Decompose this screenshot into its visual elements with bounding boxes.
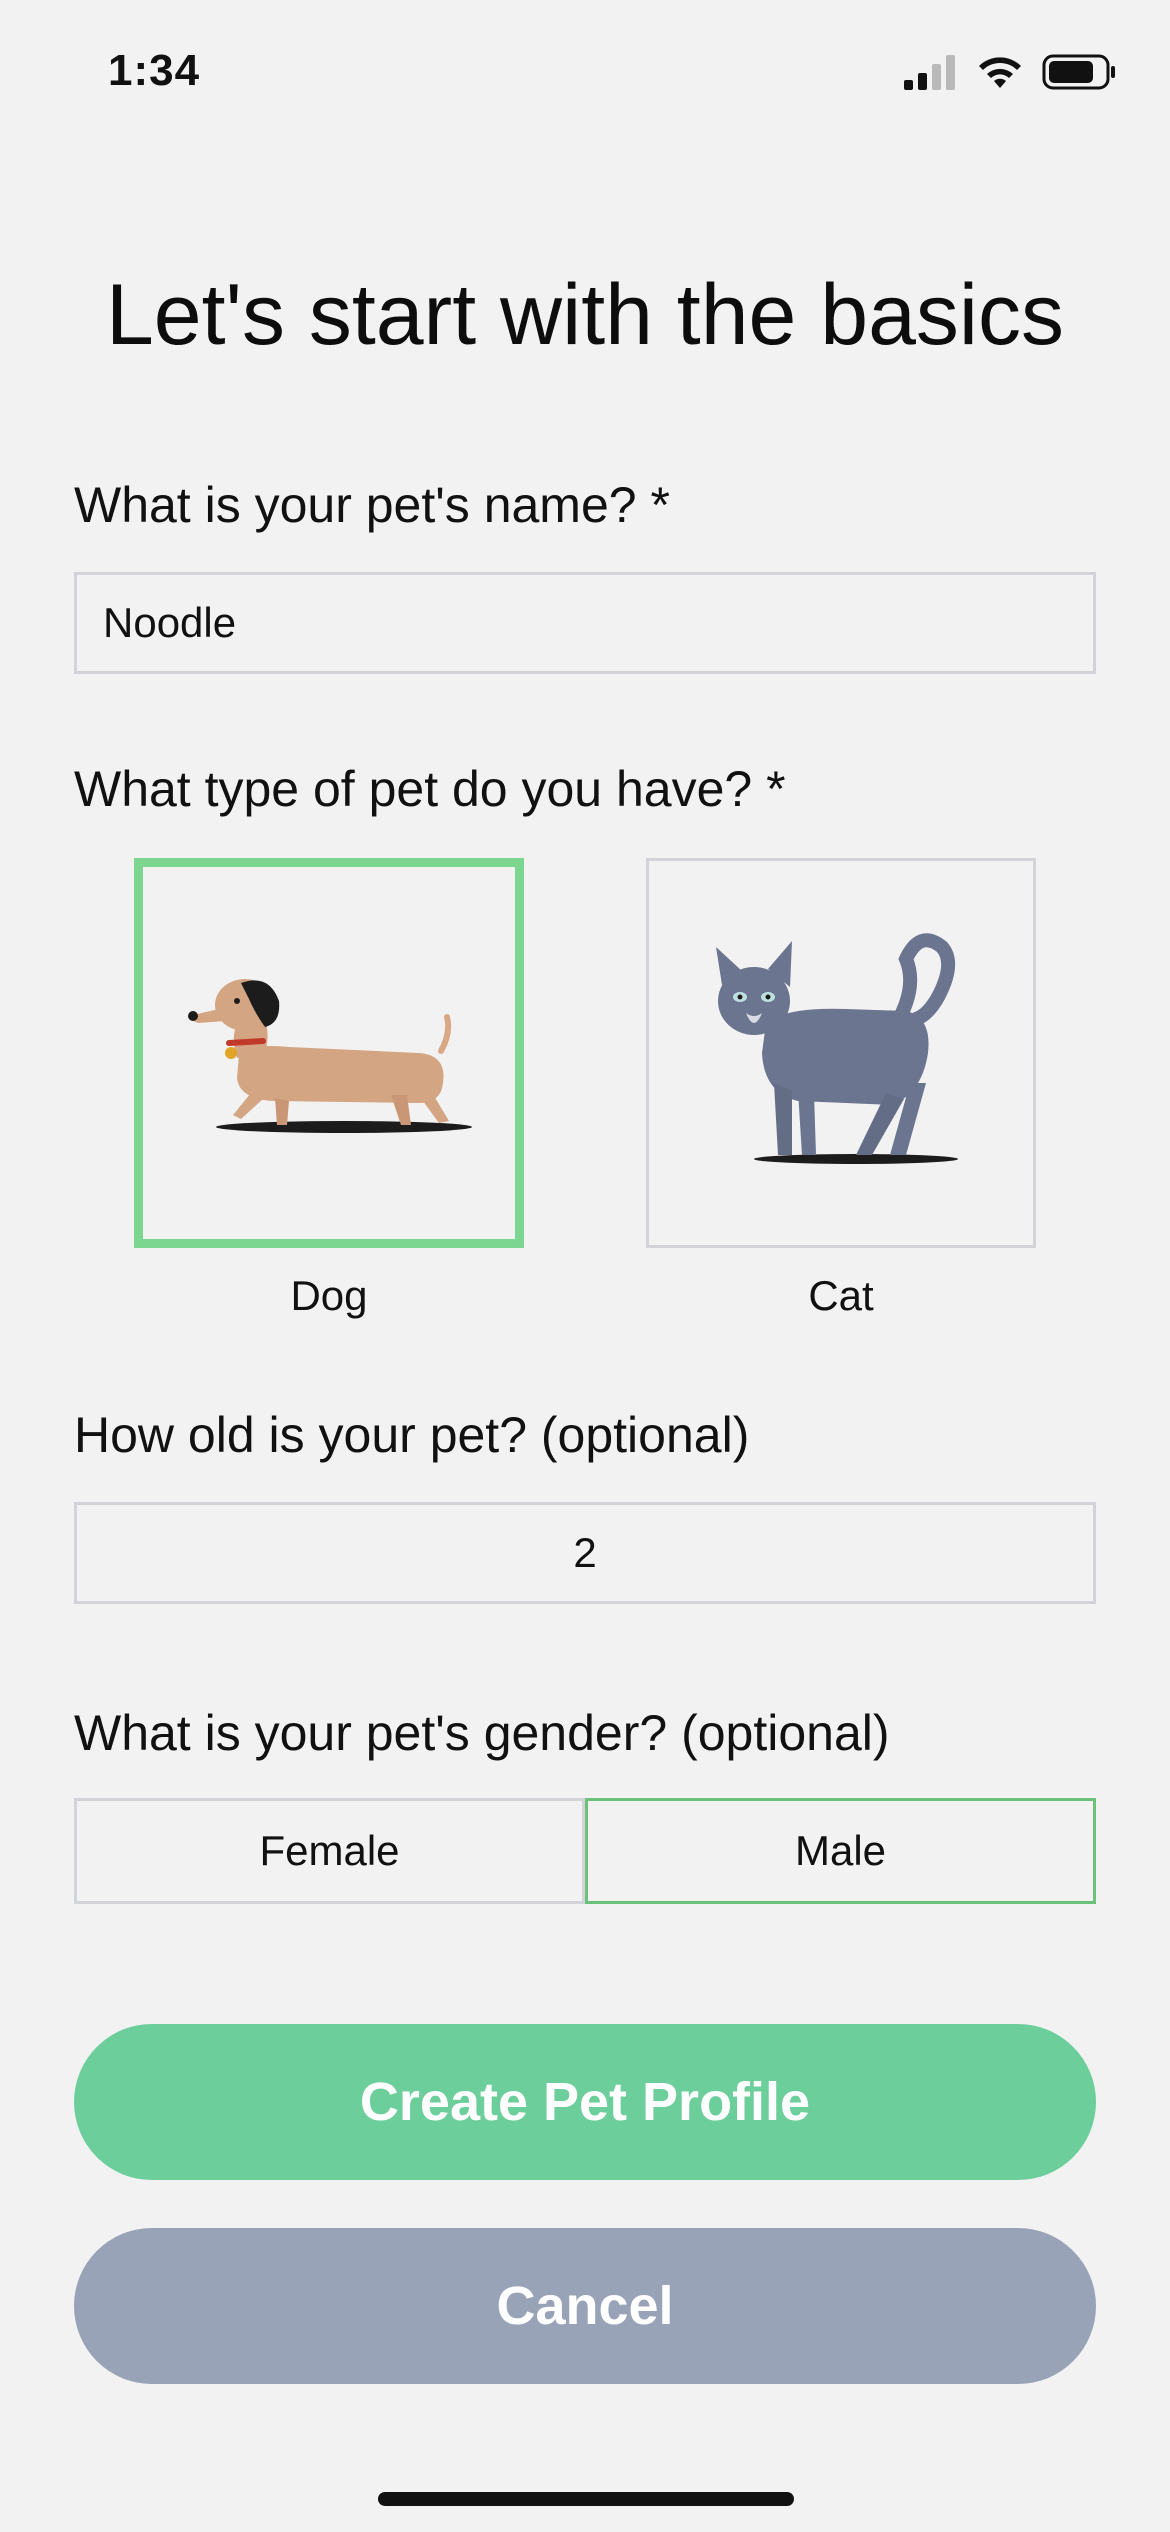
status-icons <box>902 52 1118 92</box>
gender-male-option[interactable]: Male <box>585 1798 1096 1904</box>
battery-icon <box>1042 54 1115 90</box>
pet-type-cat-label: Cat <box>808 1272 874 1319</box>
home-indicator[interactable] <box>378 2492 794 2506</box>
pet-type-cat-card[interactable] <box>646 858 1036 1248</box>
cellular-signal-icon <box>904 55 955 90</box>
wifi-icon <box>979 57 1021 88</box>
pet-type-dog-card[interactable] <box>134 858 524 1248</box>
dog-illustration <box>188 979 472 1133</box>
gender-female-option[interactable]: Female <box>74 1798 585 1904</box>
cancel-button[interactable]: Cancel <box>74 2228 1096 2384</box>
pet-gender-label: What is your pet's gender? (optional) <box>74 1705 890 1761</box>
cat-illustration <box>716 933 958 1164</box>
status-time: 1:34 <box>108 46 201 95</box>
pet-age-label: How old is your pet? (optional) <box>74 1407 750 1463</box>
pet-name-label: What is your pet's name? * <box>74 477 670 533</box>
pet-type-label: What type of pet do you have? * <box>74 761 786 817</box>
pet-age-input[interactable]: 2 <box>74 1502 1096 1604</box>
page-title: Let's start with the basics <box>105 267 1065 363</box>
create-pet-profile-button[interactable]: Create Pet Profile <box>74 2024 1096 2180</box>
pet-name-input[interactable]: Noodle <box>74 572 1096 674</box>
pet-type-dog-label: Dog <box>290 1272 368 1319</box>
